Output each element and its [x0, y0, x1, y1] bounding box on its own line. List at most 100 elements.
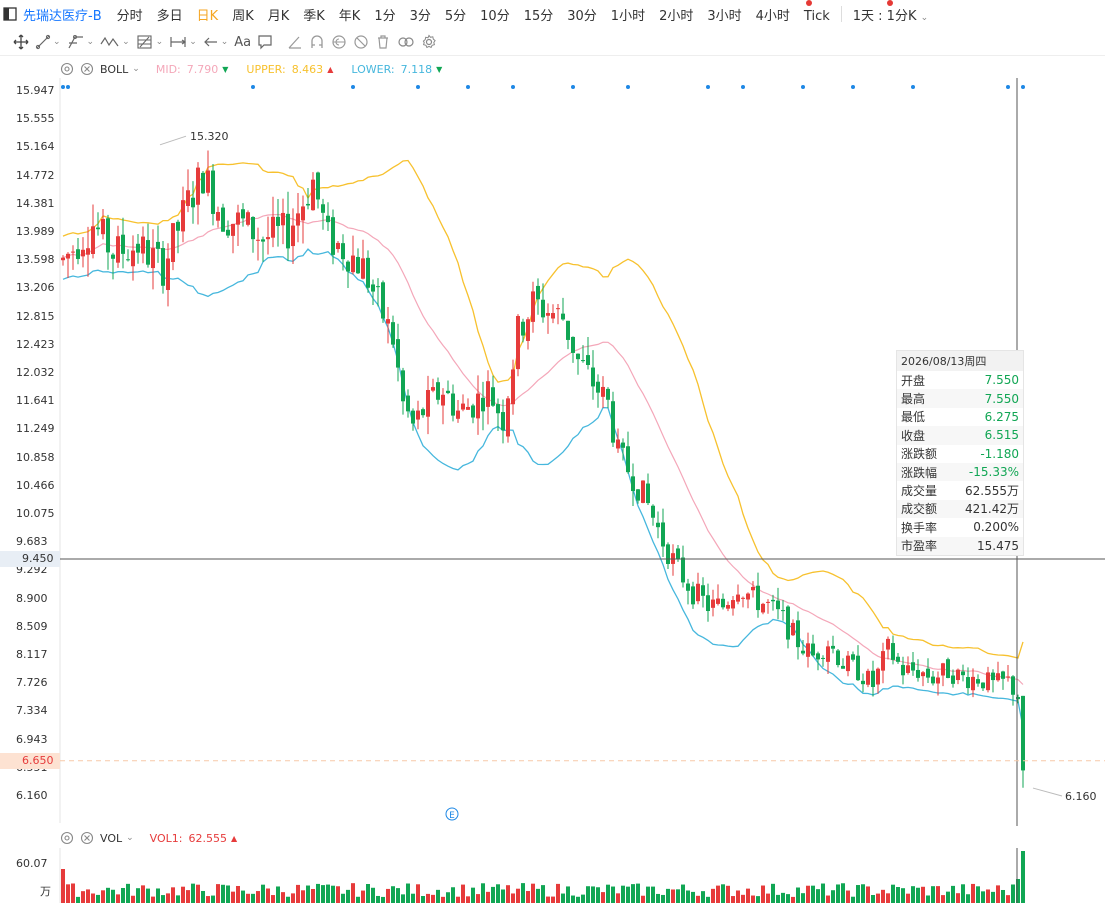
volume-bar[interactable]	[391, 886, 395, 903]
candle-body[interactable]	[836, 650, 840, 666]
candle-body[interactable]	[741, 597, 745, 599]
period-tab[interactable]: 3小时	[707, 9, 741, 24]
volume-bar[interactable]	[146, 888, 150, 903]
candle-body[interactable]	[541, 299, 545, 318]
candle-body[interactable]	[201, 172, 205, 194]
volume-bar[interactable]	[561, 893, 565, 903]
candle-body[interactable]	[86, 248, 90, 255]
candle-body[interactable]	[231, 223, 235, 236]
candle-body[interactable]	[641, 480, 645, 503]
candle-body[interactable]	[716, 598, 720, 604]
candle-body[interactable]	[521, 321, 525, 336]
candle-body[interactable]	[191, 197, 195, 208]
candle-body[interactable]	[811, 643, 815, 656]
candle-body[interactable]	[591, 367, 595, 387]
volume-bar[interactable]	[556, 883, 560, 903]
volume-bar[interactable]	[216, 884, 220, 903]
period-tab[interactable]: 15分	[524, 9, 554, 24]
volume-bar[interactable]	[576, 896, 580, 903]
candle-body[interactable]	[416, 410, 420, 420]
candle-body[interactable]	[821, 657, 825, 659]
volume-bar[interactable]	[761, 885, 765, 903]
volume-bar[interactable]	[891, 884, 895, 903]
candle-body[interactable]	[481, 397, 485, 412]
ruler-tool[interactable]	[287, 30, 303, 54]
ticker-name[interactable]: 先瑞达医疗-B	[23, 5, 102, 24]
candle-body[interactable]	[236, 212, 240, 225]
candle-body[interactable]	[371, 284, 375, 292]
volume-bar[interactable]	[936, 886, 940, 903]
candle-body[interactable]	[261, 239, 265, 242]
volume-bar[interactable]	[366, 884, 370, 903]
volume-bar[interactable]	[911, 886, 915, 903]
candle-body[interactable]	[141, 236, 145, 254]
volume-bar[interactable]	[546, 896, 550, 903]
volume-bar[interactable]	[736, 890, 740, 903]
magnet-tool[interactable]	[309, 30, 325, 54]
candle-body[interactable]	[321, 204, 325, 213]
volume-bar[interactable]	[651, 886, 655, 903]
volume-bar[interactable]	[371, 887, 375, 903]
volume-bar[interactable]	[156, 888, 160, 903]
volume-bar[interactable]	[721, 884, 725, 903]
volume-bar[interactable]	[646, 886, 650, 903]
volume-bar[interactable]	[451, 887, 455, 903]
candle-body[interactable]	[506, 398, 510, 437]
volume-bar[interactable]	[326, 884, 330, 903]
volume-bar[interactable]	[256, 891, 260, 903]
candle-body[interactable]	[706, 595, 710, 612]
period-tab[interactable]: 年K	[339, 9, 361, 24]
volume-bar[interactable]	[906, 893, 910, 903]
candle-body[interactable]	[336, 242, 340, 250]
candle-body[interactable]	[121, 234, 125, 254]
candle-body[interactable]	[186, 190, 190, 206]
candle-body[interactable]	[871, 670, 875, 687]
volume-bar[interactable]	[951, 885, 955, 903]
arrow-tool[interactable]: ⌄	[203, 30, 228, 54]
candle-body[interactable]	[931, 676, 935, 684]
volume-bar[interactable]	[776, 894, 780, 903]
volume-bar[interactable]	[246, 893, 250, 903]
candle-body[interactable]	[316, 172, 320, 200]
volume-bar[interactable]	[596, 887, 600, 903]
candle-body[interactable]	[866, 670, 870, 685]
volume-bar[interactable]	[871, 894, 875, 903]
period-tab[interactable]: 1分	[374, 9, 395, 24]
volume-bar[interactable]	[896, 887, 900, 903]
volume-bar[interactable]	[331, 885, 335, 903]
volume-bar[interactable]	[581, 894, 585, 903]
candle-body[interactable]	[426, 390, 430, 417]
volume-bar[interactable]	[746, 888, 750, 903]
candle-body[interactable]	[471, 405, 475, 418]
candle-body[interactable]	[221, 207, 225, 232]
candle-body[interactable]	[461, 403, 465, 410]
volume-bar[interactable]	[921, 886, 925, 903]
candle-body[interactable]	[111, 254, 115, 259]
trash-tool[interactable]	[375, 30, 391, 54]
candle-body[interactable]	[551, 313, 555, 319]
candle-body[interactable]	[911, 662, 915, 671]
candle-body[interactable]	[271, 216, 275, 238]
candle-body[interactable]	[106, 218, 110, 253]
volume-bar[interactable]	[706, 896, 710, 903]
volume-bar[interactable]	[611, 886, 615, 903]
candle-body[interactable]	[646, 483, 650, 504]
volume-bar[interactable]	[511, 893, 515, 903]
text-tool[interactable]: Aa	[234, 30, 251, 54]
candle-body[interactable]	[361, 258, 365, 279]
volume-bar[interactable]	[671, 889, 675, 903]
volume-bar[interactable]	[141, 885, 145, 903]
volume-bar[interactable]	[786, 894, 790, 903]
candle-body[interactable]	[216, 212, 220, 221]
candle-body[interactable]	[756, 585, 760, 611]
volume-bar[interactable]	[966, 894, 970, 903]
volume-bar[interactable]	[111, 889, 115, 903]
volume-bar[interactable]	[151, 896, 155, 903]
candle-body[interactable]	[196, 167, 200, 205]
volume-bar[interactable]	[121, 887, 125, 903]
candle-body[interactable]	[876, 668, 880, 685]
candle-body[interactable]	[996, 673, 1000, 681]
volume-bar[interactable]	[851, 896, 855, 903]
candle-body[interactable]	[556, 308, 560, 310]
candle-body[interactable]	[796, 620, 800, 648]
